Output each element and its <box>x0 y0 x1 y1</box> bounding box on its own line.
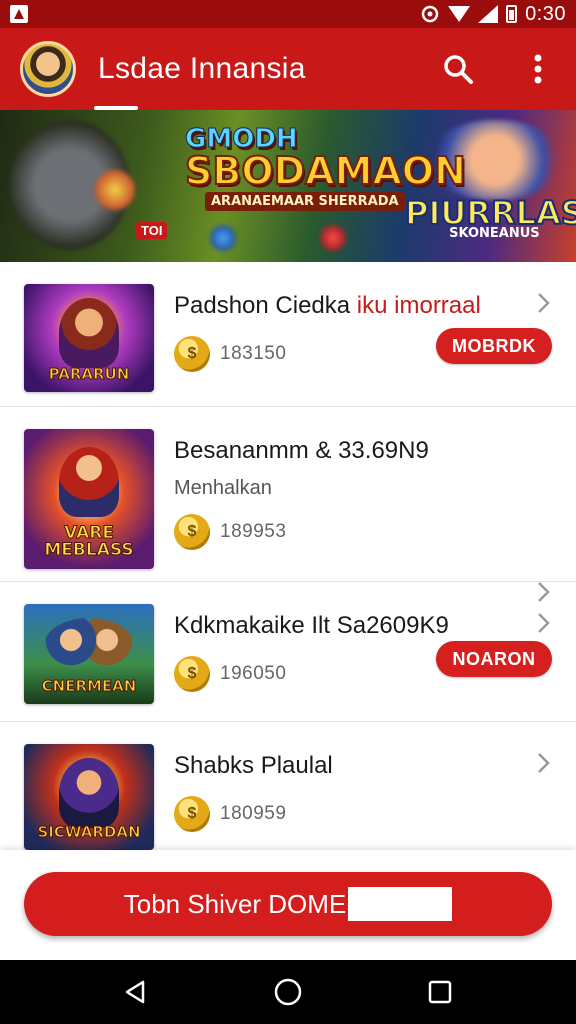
page-title: Lsdae Innansia <box>94 52 306 110</box>
item-count: 183150 <box>220 343 287 364</box>
item-count: 189953 <box>220 521 287 542</box>
game-thumbnail: CNERMEAN <box>24 604 154 704</box>
item-meta: $ 180959 <box>174 796 576 832</box>
cta-label: Tobn Shiver DOME <box>123 888 347 919</box>
battery-icon <box>506 5 518 23</box>
game-thumbnail: PARARUN <box>24 284 154 392</box>
system-nav-bar <box>0 960 576 1024</box>
item-meta: $ 196050 <box>174 656 576 692</box>
nav-recents-button[interactable] <box>420 972 460 1012</box>
item-title: Padshon Ciedka iku imorraal <box>174 292 576 320</box>
item-title-text: Padshon Ciedka <box>174 292 357 319</box>
item-count: 180959 <box>220 803 287 824</box>
nav-home-icon <box>274 978 302 1006</box>
cta-badge <box>348 887 453 921</box>
more-options-button[interactable] <box>520 51 556 87</box>
banner-title: GMODH SBODAMAON <box>184 126 467 193</box>
item-title: Shabks Plaulal <box>174 752 333 779</box>
data-saver-icon <box>421 5 439 23</box>
nav-back-button[interactable] <box>116 972 156 1012</box>
search-icon <box>444 55 473 84</box>
wifi-icon <box>448 6 471 22</box>
item-body: Besananmm & 33.69N9 Menhalkan $ 189953 <box>174 429 576 550</box>
nav-back-icon <box>125 980 145 1004</box>
search-button[interactable] <box>440 51 476 87</box>
item-body: Kdkmakaike Ilt Sa2609K9 $ 196050 <box>174 604 576 692</box>
more-vert-icon <box>534 54 542 84</box>
banner-subtitle: ARANAEMAAR SHERRADA <box>205 192 405 211</box>
item-body: Shabks Plaulal $ 180959 <box>174 744 576 832</box>
nav-recents-icon <box>428 980 452 1004</box>
item-action-button[interactable]: MOBRDK <box>436 328 552 364</box>
status-time: 0:30 <box>525 2 566 25</box>
list-item[interactable]: PARARUN Padshon Ciedka iku imorraal $ 18… <box>0 262 576 407</box>
banner-title-main: SBODAMAON <box>184 149 467 193</box>
chevron-right-icon <box>538 613 550 633</box>
banner-right-title: PIURRLAS SKONEANUS <box>404 196 576 241</box>
app-bar-actions <box>440 51 556 87</box>
thumbnail-label: SICWARDAN <box>37 823 141 841</box>
cta-button[interactable]: Tobn Shiver DOME <box>24 872 552 936</box>
item-meta: $ 189953 <box>174 514 576 550</box>
coin-icon: $ <box>174 336 210 372</box>
promo-banner[interactable]: TOI GMODH SBODAMAON ARANAEMAAR SHERRADA … <box>0 110 576 262</box>
item-title: Kdkmakaike Ilt Sa2609K9 <box>174 612 449 639</box>
game-list: PARARUN Padshon Ciedka iku imorraal $ 18… <box>0 262 576 850</box>
item-title: Besananmm & 33.69N9 <box>174 437 429 464</box>
notification-icon <box>10 5 28 23</box>
nav-home-button[interactable] <box>268 972 308 1012</box>
game-thumbnail: SICWARDAN <box>24 744 154 850</box>
list-item[interactable]: VARE MEBLASS Besananmm & 33.69N9 Menhalk… <box>0 407 576 677</box>
item-count: 196050 <box>220 663 287 684</box>
app-bar: Lsdae Innansia <box>0 28 576 110</box>
list-item[interactable]: SICWARDAN Shabks Plaulal $ 180959 <box>0 722 576 850</box>
thumbnail-label: CNERMEAN <box>41 677 137 695</box>
signal-icon <box>478 5 499 23</box>
status-icons: 0:30 <box>420 3 566 26</box>
chevron-right-icon <box>538 293 550 313</box>
banner-tag: TOI <box>136 222 168 239</box>
item-title-accent: iku imorraal <box>356 292 481 319</box>
item-subtitle: Menhalkan <box>174 477 272 499</box>
bottom-cta-area: Tobn Shiver DOME <box>0 850 576 960</box>
coin-icon: $ <box>174 514 210 550</box>
thumbnail-label: VARE MEBLASS <box>44 523 134 560</box>
avatar[interactable] <box>20 41 76 97</box>
chevron-right-icon <box>538 753 550 773</box>
list-item[interactable]: CNERMEAN Kdkmakaike Ilt Sa2609K9 $ 19605… <box>0 582 576 722</box>
status-bar: 0:30 <box>0 0 576 28</box>
thumbnail-label: PARARUN <box>48 365 130 383</box>
coin-icon: $ <box>174 656 210 692</box>
game-thumbnail: VARE MEBLASS <box>24 429 154 569</box>
coin-icon: $ <box>174 796 210 832</box>
